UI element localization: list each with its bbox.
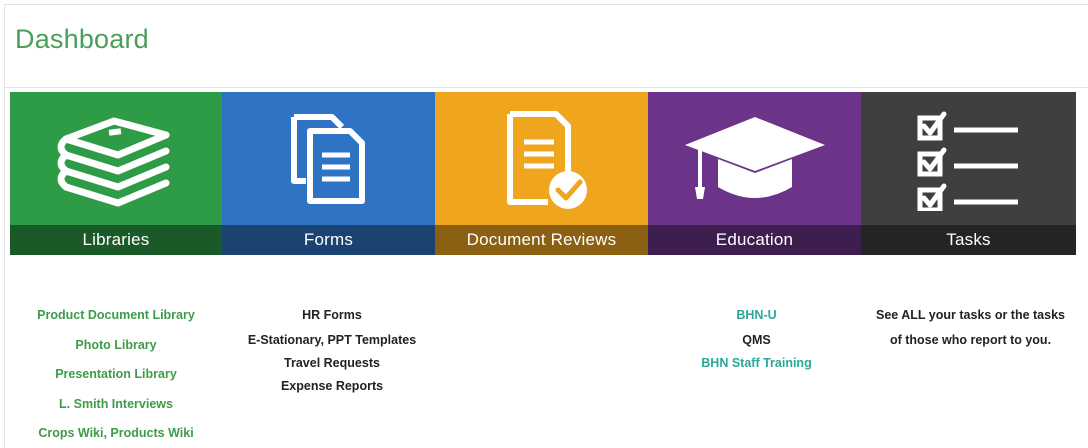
tile-label-forms: Forms	[303, 230, 354, 249]
tile-label-band: Tasks	[861, 225, 1076, 255]
link-expense-reports[interactable]: Expense Reports	[222, 379, 442, 393]
education-links: BHN-U QMS BHN Staff Training	[648, 296, 865, 446]
link-bhn-staff-training[interactable]: BHN Staff Training	[648, 356, 865, 370]
link-crops-products-wiki[interactable]: Crops Wiki, Products Wiki	[10, 426, 222, 440]
tile-label-education: Education	[715, 230, 794, 249]
tile-label-libraries: Libraries	[82, 230, 150, 249]
document-reviews-links	[442, 296, 648, 446]
checklist-icon	[917, 111, 1018, 211]
tile-label-tasks: Tasks	[946, 230, 991, 249]
page-title: Dashboard	[15, 24, 149, 54]
tasks-text-line-1: See ALL your tasks or the tasks	[876, 308, 1065, 322]
books-icon	[57, 117, 170, 206]
tile-libraries[interactable]: Libraries	[10, 92, 222, 255]
link-l-smith-interviews[interactable]: L. Smith Interviews	[10, 397, 222, 411]
link-e-stationary-ppt-templates[interactable]: E-Stationary, PPT Templates	[222, 333, 442, 347]
tile-document-reviews[interactable]: Document Reviews	[435, 92, 648, 255]
libraries-links: Product Document Library Photo Library P…	[10, 296, 222, 446]
tasks-text-line-2: of those who report to you.	[889, 333, 1052, 347]
tile-label-band: Education	[648, 225, 861, 255]
document-check-icon	[506, 111, 587, 209]
dashboard-header: Dashboard	[5, 5, 1088, 88]
tile-label-band: Libraries	[10, 225, 222, 255]
tile-row: Libraries Forms Document Reviews Educati…	[10, 92, 1076, 255]
link-product-document-library[interactable]: Product Document Library	[10, 308, 222, 322]
tile-education[interactable]: Education	[648, 92, 861, 255]
link-presentation-library[interactable]: Presentation Library	[10, 367, 222, 381]
forms-links: HR Forms E-Stationary, PPT Templates Tra…	[222, 296, 442, 446]
link-bhn-u[interactable]: BHN-U	[648, 308, 865, 322]
tile-forms[interactable]: Forms	[222, 92, 435, 255]
link-travel-requests[interactable]: Travel Requests	[222, 356, 442, 370]
tile-label-band: Forms	[222, 225, 435, 255]
documents-icon	[290, 113, 365, 204]
tile-label-band: Document Reviews	[435, 225, 648, 255]
link-photo-library[interactable]: Photo Library	[10, 338, 222, 352]
graduation-cap-icon	[684, 116, 825, 199]
link-columns: Product Document Library Photo Library P…	[10, 296, 1076, 446]
tile-tasks[interactable]: Tasks	[861, 92, 1076, 255]
tile-label-document-reviews: Document Reviews	[466, 230, 617, 249]
link-hr-forms[interactable]: HR Forms	[222, 308, 442, 322]
link-qms[interactable]: QMS	[648, 333, 865, 347]
tasks-description: See ALL your tasks or the tasks of those…	[865, 296, 1076, 446]
